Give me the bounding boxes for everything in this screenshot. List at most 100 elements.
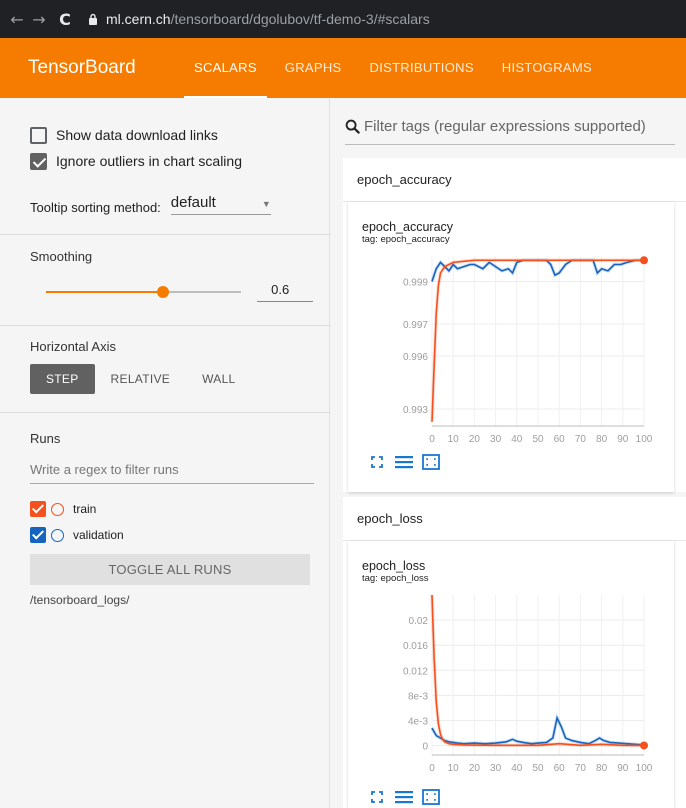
- show-download-links-label: Show data download links: [56, 127, 218, 143]
- x-tick-label: 50: [532, 434, 544, 445]
- ignore-outliers-label: Ignore outliers in chart scaling: [56, 153, 242, 169]
- tag-filter-underline: [345, 144, 675, 145]
- smoothing-value-input[interactable]: 0.6: [257, 282, 313, 302]
- data-table-icon[interactable]: [395, 789, 413, 805]
- smoothing-slider-thumb[interactable]: [157, 286, 170, 298]
- x-tick-label: 80: [596, 763, 608, 774]
- fit-domain-icon[interactable]: [422, 789, 440, 805]
- chart-card-body: epoch_accuracy tag: epoch_accuracy 0.999…: [348, 202, 674, 492]
- fit-domain-icon[interactable]: [422, 454, 440, 470]
- accuracy-chart[interactable]: 0.999 0.997 0.996 0.993 0 10 20 30 40 50 60 70 80 90 1…: [348, 250, 674, 452]
- run-color-circle-icon[interactable]: [51, 528, 64, 542]
- y-tick-label: 0: [422, 742, 428, 753]
- runs-label: Runs: [30, 431, 61, 446]
- fullscreen-icon[interactable]: [368, 454, 386, 470]
- x-tick-label: 70: [575, 434, 587, 445]
- checkbox-checked-icon[interactable]: [30, 152, 47, 170]
- toggle-all-runs-button[interactable]: TOGGLE ALL RUNS: [30, 554, 310, 585]
- x-tick-label: 40: [511, 763, 523, 774]
- chart-card-epoch-accuracy: epoch_accuracy tag: epoch_accuracy 0.999…: [343, 202, 674, 492]
- series-end-point-train: [640, 741, 648, 750]
- x-tick-label: 100: [636, 434, 653, 445]
- browser-toolbar: ← → C ml.cern.ch/tensorboard/dgolubov/tf…: [0, 0, 686, 38]
- tab-scalars[interactable]: SCALARS: [184, 38, 267, 98]
- smoothing-slider-fill: [46, 291, 164, 293]
- logdir-label: /tensorboard_logs/: [30, 593, 130, 607]
- x-tick-label: 30: [490, 763, 502, 774]
- x-tick-label: 50: [532, 763, 544, 774]
- smoothing-slider[interactable]: [46, 286, 242, 298]
- run-checkbox-train[interactable]: [30, 501, 46, 517]
- show-download-links-checkbox[interactable]: Show data download links: [30, 122, 313, 148]
- y-tick-label: 0.997: [403, 320, 428, 331]
- reload-icon[interactable]: C: [54, 10, 76, 29]
- horizontal-axis-label: Horizontal Axis: [30, 339, 116, 354]
- x-tick-label: 90: [617, 434, 629, 445]
- y-tick-label: 0.996: [403, 352, 428, 363]
- address-bar[interactable]: ml.cern.ch/tensorboard/dgolubov/tf-demo-…: [82, 5, 686, 33]
- tooltip-sorting-label: Tooltip sorting method:: [30, 200, 161, 215]
- smoothing-label: Smoothing: [30, 249, 93, 264]
- x-tick-label: 20: [469, 763, 481, 774]
- url-path: /tensorboard/dgolubov/tf-demo-3/#scalars: [170, 11, 430, 27]
- back-arrow-icon[interactable]: ←: [6, 10, 28, 29]
- run-item-validation[interactable]: validation: [30, 522, 313, 548]
- main-panel: Filter tags (regular expressions support…: [331, 98, 686, 808]
- x-tick-label: 100: [636, 763, 653, 774]
- chart-card-epoch-loss: epoch_loss tag: epoch_loss 0.02 0.016 0.01…: [343, 541, 674, 808]
- runs-section: Runs Write a regex to filter runs train …: [0, 413, 329, 607]
- forward-arrow-icon[interactable]: →: [28, 10, 50, 29]
- lock-icon: [89, 13, 97, 25]
- tag-filter-placeholder: Filter tags (regular expressions support…: [364, 118, 646, 135]
- chart-action-buttons: [368, 789, 440, 805]
- options-section: Show data download links Ignore outliers…: [0, 98, 329, 235]
- y-tick-label: 0.02: [409, 616, 429, 627]
- chart-action-buttons: [368, 454, 440, 470]
- run-label-train: train: [73, 502, 97, 516]
- run-color-circle-icon[interactable]: [51, 502, 64, 516]
- tag-group-title[interactable]: epoch_accuracy: [343, 158, 686, 202]
- x-tick-label: 60: [554, 763, 566, 774]
- search-icon: [345, 119, 360, 134]
- smoothing-section: Smoothing 0.6: [0, 235, 329, 326]
- tab-distributions[interactable]: DISTRIBUTIONS: [370, 38, 474, 98]
- x-tick-label: 30: [490, 434, 502, 445]
- tab-histograms[interactable]: HISTOGRAMS: [502, 38, 592, 98]
- x-tick-label: 80: [596, 434, 608, 445]
- chart-title: epoch_accuracy: [362, 220, 454, 234]
- y-tick-label: 0.012: [403, 666, 428, 677]
- x-tick-label: 0: [429, 434, 435, 445]
- chart-tag: tag: epoch_loss: [362, 573, 429, 584]
- tooltip-sorting-select[interactable]: default ▼: [170, 194, 271, 215]
- y-tick-label: 0.999: [403, 278, 428, 289]
- data-table-icon[interactable]: [395, 454, 413, 470]
- x-tick-label: 90: [617, 763, 629, 774]
- y-tick-label: 8e-3: [408, 691, 428, 702]
- y-tick-label: 4e-3: [408, 716, 428, 727]
- tooltip-sorting-value: default: [170, 194, 216, 211]
- tag-group-title[interactable]: epoch_loss: [343, 497, 686, 541]
- x-tick-label: 20: [469, 434, 481, 445]
- tag-filter[interactable]: Filter tags (regular expressions support…: [345, 118, 646, 135]
- x-tick-label: 10: [448, 763, 460, 774]
- axis-wall-button[interactable]: WALL: [186, 364, 251, 394]
- runs-filter-input[interactable]: Write a regex to filter runs: [30, 462, 314, 484]
- axis-step-button[interactable]: STEP: [30, 364, 95, 394]
- loss-chart[interactable]: 0.02 0.016 0.012 8e-3 4e-3 00 10 20 30 40 50 60 70 80…: [348, 589, 674, 787]
- run-checkbox-validation[interactable]: [30, 527, 46, 543]
- series-end-point-train: [640, 256, 648, 265]
- dropdown-caret-icon: ▼: [261, 199, 271, 209]
- axis-relative-button[interactable]: RELATIVE: [95, 364, 187, 394]
- tab-graphs[interactable]: GRAPHS: [285, 38, 342, 98]
- sidebar: Show data download links Ignore outliers…: [0, 98, 330, 808]
- run-item-train[interactable]: train: [30, 496, 313, 522]
- checkbox-unchecked-icon[interactable]: [30, 126, 47, 144]
- tensorboard-header: TensorBoard SCALARS GRAPHS DISTRIBUTIONS…: [0, 38, 686, 98]
- chart-tag: tag: epoch_accuracy: [362, 234, 450, 245]
- x-tick-label: 70: [575, 763, 587, 774]
- ignore-outliers-checkbox[interactable]: Ignore outliers in chart scaling: [30, 148, 313, 174]
- fullscreen-icon[interactable]: [368, 789, 386, 805]
- run-label-validation: validation: [73, 528, 124, 542]
- chart-title: epoch_loss: [362, 559, 426, 573]
- app-title: TensorBoard: [28, 57, 136, 78]
